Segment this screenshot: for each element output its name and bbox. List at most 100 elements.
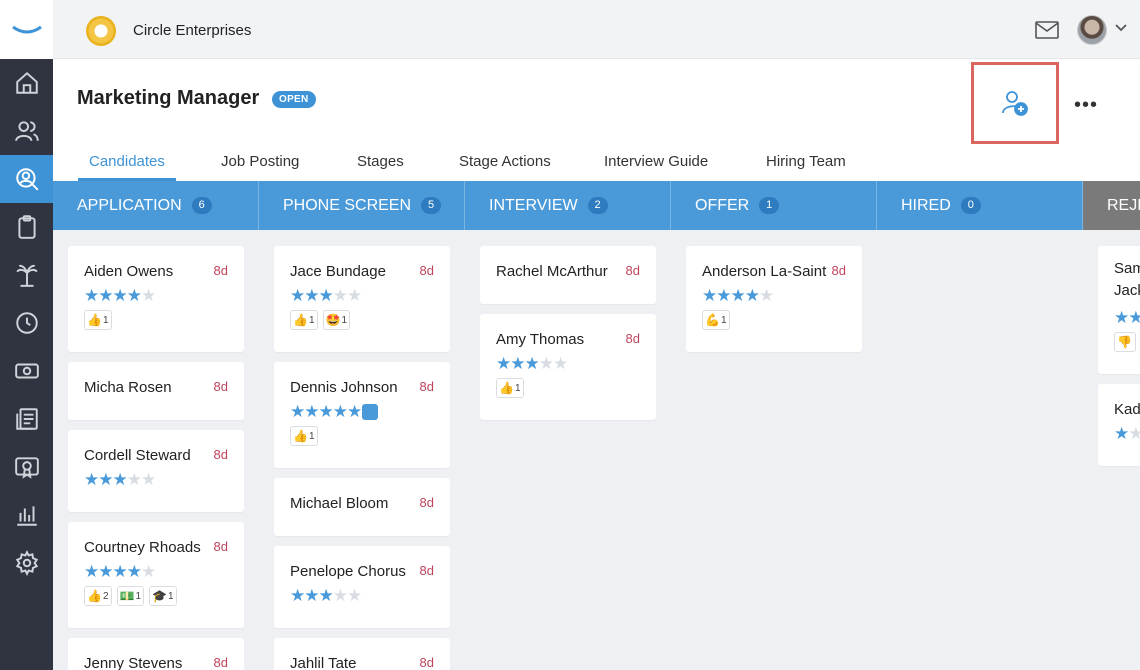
stage-interview[interactable]: INTERVIEW 2 (465, 181, 671, 230)
candidate-card[interactable]: Courtney Rhoads 8d ★★★★★ 👍 2 💵 1 🎓 1 (68, 522, 244, 628)
certificate-icon (14, 457, 39, 479)
candidate-card[interactable]: Kad ★★★★★ (1098, 384, 1140, 466)
nav-analytics[interactable] (0, 491, 53, 539)
status-badge: OPEN (272, 91, 316, 108)
star-rating[interactable]: ★★★★★ (290, 402, 362, 422)
recruiting-search-icon (15, 168, 39, 191)
company-name[interactable]: Circle Enterprises (133, 22, 251, 39)
reaction-badge[interactable]: 👍 1 (290, 310, 318, 330)
stage-offer[interactable]: OFFER 1 (671, 181, 877, 230)
candidate-card[interactable]: Micha Rosen 8d (68, 362, 244, 420)
candidate-name[interactable]: Sam Jack (1114, 258, 1140, 302)
nav-clipboard[interactable] (0, 203, 53, 251)
candidate-name[interactable]: Cordell Steward (84, 447, 191, 464)
candidate-card[interactable]: Cordell Steward 8d ★★★★★ (68, 430, 244, 512)
stage-label: INTERVIEW (489, 196, 578, 214)
candidate-card[interactable]: Rachel McArthur 8d (480, 246, 656, 304)
reaction-count: 1 (720, 314, 727, 326)
candidate-name[interactable]: Jenny Stevens (84, 655, 182, 670)
candidate-name[interactable]: Dennis Johnson (290, 379, 398, 396)
star-rating[interactable]: ★★★★★ (84, 286, 156, 306)
candidate-name[interactable]: Rachel McArthur (496, 263, 608, 280)
nav-training[interactable] (0, 443, 53, 491)
candidate-name[interactable]: Courtney Rhoads (84, 539, 201, 556)
days-in-stage: 8d (419, 495, 434, 510)
candidate-name[interactable]: Micha Rosen (84, 379, 172, 396)
candidate-name[interactable]: Michael Bloom (290, 495, 388, 512)
candidate-card[interactable]: Jenny Stevens 8d (68, 638, 244, 670)
star-rating[interactable]: ★★★★★ (84, 470, 156, 490)
candidate-card[interactable]: Sam Jack ★★★★★ 👎 (1098, 246, 1140, 374)
reaction-badge[interactable]: 🤩 1 (322, 310, 351, 330)
nav-settings[interactable] (0, 539, 53, 587)
days-in-stage: 8d (213, 655, 228, 670)
candidate-name[interactable]: Aiden Owens (84, 263, 173, 280)
reaction-emoji-icon: 🎓 (152, 589, 167, 603)
nav-people[interactable] (0, 107, 53, 155)
candidate-name[interactable]: Amy Thomas (496, 331, 584, 348)
user-avatar[interactable] (1077, 15, 1107, 45)
stage-reje[interactable]: REJE (1083, 181, 1140, 230)
days-in-stage: 8d (213, 447, 228, 462)
stage-phone-screen[interactable]: PHONE SCREEN 5 (259, 181, 465, 230)
reactions: 💪 1 (702, 310, 730, 330)
nav-home[interactable] (0, 59, 53, 107)
reaction-badge[interactable]: 💪 1 (702, 310, 730, 330)
nav-reports-docs[interactable] (0, 395, 53, 443)
app-logo[interactable] (0, 0, 53, 59)
reactions: 👎 (1114, 332, 1136, 352)
candidate-name[interactable]: Penelope Chorus (290, 563, 406, 580)
star-rating[interactable]: ★★★★★ (84, 562, 156, 582)
reaction-badge[interactable]: 👍 1 (496, 378, 524, 398)
candidate-card[interactable]: Aiden Owens 8d ★★★★★ 👍 1 (68, 246, 244, 352)
add-candidate-button[interactable] (971, 62, 1059, 144)
candidate-board: Aiden Owens 8d ★★★★★ 👍 1 Micha Rosen 8d Cordell… (53, 230, 1140, 670)
candidate-card[interactable]: Jace Bundage 8d ★★★★★ 👍 1 🤩 1 (274, 246, 450, 352)
star-rating[interactable]: ★★★★★ (1114, 424, 1140, 444)
stage-application[interactable]: APPLICATION 6 (53, 181, 259, 230)
mail-icon[interactable] (1035, 21, 1059, 39)
tab-candidates[interactable]: Candidates (89, 153, 165, 170)
candidate-card[interactable]: Michael Bloom 8d (274, 478, 450, 536)
stage-hired[interactable]: HIRED 0 (877, 181, 1083, 230)
candidate-card[interactable]: Jahlil Tate 8d (274, 638, 450, 670)
candidate-name[interactable]: Kad (1114, 401, 1140, 418)
nav-payroll[interactable] (0, 347, 53, 395)
chevron-down-icon[interactable] (1115, 24, 1127, 32)
star-rating[interactable]: ★★★★★ (496, 354, 568, 374)
reaction-badge[interactable]: 🎓 1 (149, 586, 177, 606)
tab-stage-actions[interactable]: Stage Actions (459, 153, 551, 170)
candidate-name[interactable]: Anderson La-Saint (702, 263, 826, 280)
tab-stages[interactable]: Stages (357, 153, 404, 170)
star-rating[interactable]: ★★★★★ (290, 286, 362, 306)
candidate-card[interactable]: Amy Thomas 8d ★★★★★ 👍 1 (480, 314, 656, 420)
stage-count-badge: 5 (421, 197, 442, 214)
reaction-count: 1 (167, 590, 174, 602)
days-in-stage: 8d (625, 263, 640, 278)
star-rating[interactable]: ★★★★★ (702, 286, 774, 306)
candidate-name[interactable]: Jahlil Tate (290, 655, 356, 670)
reaction-badge[interactable]: 👍 1 (290, 426, 318, 446)
reaction-badge[interactable]: 👍 1 (84, 310, 112, 330)
tab-interview-guide[interactable]: Interview Guide (604, 153, 708, 170)
bar-chart-icon (16, 506, 37, 526)
reaction-badge[interactable]: 👍 2 (84, 586, 112, 606)
profile-card-icon[interactable] (362, 404, 378, 420)
candidate-name[interactable]: Jace Bundage (290, 263, 386, 280)
more-options-button[interactable]: ••• (1074, 94, 1098, 117)
star-rating[interactable]: ★★★★★ (290, 586, 362, 606)
candidate-card[interactable]: Anderson La-Saint 8d ★★★★★ 💪 1 (686, 246, 862, 352)
nav-time[interactable] (0, 299, 53, 347)
nav-recruiting[interactable] (0, 155, 53, 203)
tab-job-posting[interactable]: Job Posting (221, 153, 299, 170)
reaction-badge[interactable]: 💵 1 (116, 586, 145, 606)
days-in-stage: 8d (419, 379, 434, 394)
reactions: 👍 1 (84, 310, 112, 330)
tab-hiring-team[interactable]: Hiring Team (766, 153, 846, 170)
star-rating[interactable]: ★★★★★ (1114, 308, 1140, 328)
candidate-card[interactable]: Penelope Chorus 8d ★★★★★ (274, 546, 450, 628)
nav-time-off[interactable] (0, 251, 53, 299)
candidate-card[interactable]: Dennis Johnson 8d ★★★★★ 👍 1 (274, 362, 450, 468)
reaction-badge[interactable]: 👎 (1114, 332, 1136, 352)
page-title: Marketing Manager (77, 87, 260, 109)
